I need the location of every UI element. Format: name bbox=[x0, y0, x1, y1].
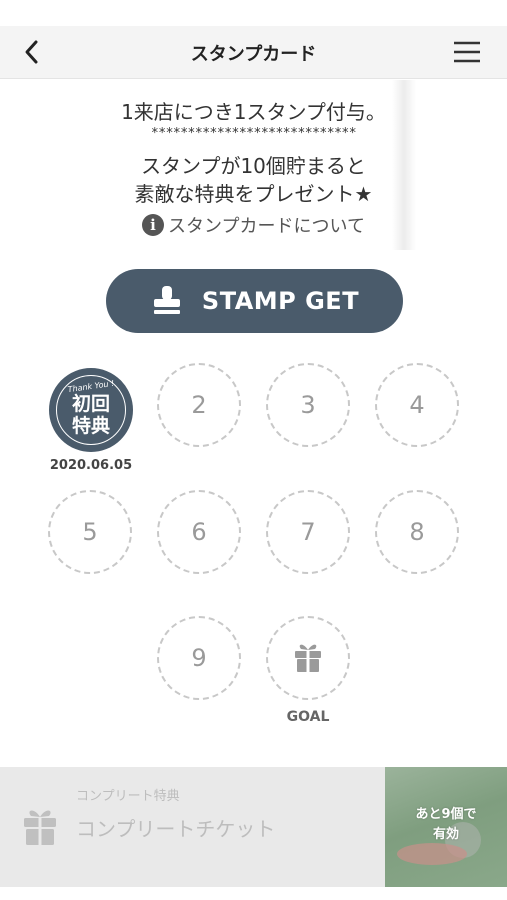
stamp-badge-line-1: 初回 bbox=[71, 393, 110, 415]
top-gap bbox=[0, 0, 507, 26]
remaining-line-1: あと9個で bbox=[415, 807, 477, 822]
complete-sub-label: コンプリート特典 bbox=[76, 789, 180, 804]
gift-icon bbox=[295, 644, 321, 672]
stamp-slot-8: 8 bbox=[375, 490, 459, 574]
remaining-line-2: 有効 bbox=[432, 827, 459, 842]
bottom-edge bbox=[0, 887, 507, 900]
info-line-3: 素敵な特典をプレゼント★ bbox=[134, 182, 373, 206]
stamp-slot-5: 5 bbox=[48, 490, 132, 574]
remaining-text: あと9個で 有効 bbox=[385, 805, 507, 845]
complete-title: コンプリートチケット bbox=[76, 817, 276, 841]
info-icon: i bbox=[142, 214, 165, 236]
stamp-slot-1-stamped: Thank You ! 初回 特典 bbox=[49, 368, 133, 452]
stamp-slot-7: 7 bbox=[266, 490, 350, 574]
background-decoration bbox=[397, 843, 467, 865]
complete-remaining-badge: あと9個で 有効 bbox=[385, 767, 507, 887]
stamp-slot-4: 4 bbox=[375, 363, 459, 447]
stamp-icon bbox=[153, 286, 180, 314]
info-line-2: スタンプが10個貯まると bbox=[141, 154, 366, 178]
info-line-1: 1来店につき1スタンプ付与。 bbox=[121, 100, 386, 124]
stamp-get-label: STAMP GET bbox=[201, 287, 360, 315]
side-fade bbox=[392, 80, 416, 250]
stamp-slot-9: 9 bbox=[157, 616, 241, 700]
stamp-badge-ring: Thank You ! 初回 特典 bbox=[56, 375, 126, 445]
app-header: スタンプカード bbox=[0, 26, 507, 79]
goal-label: GOAL bbox=[286, 709, 330, 725]
about-stamp-card-link[interactable]: i スタンプカードについて bbox=[0, 212, 507, 238]
stamp-slot-2: 2 bbox=[157, 363, 241, 447]
hamburger-menu-icon[interactable] bbox=[452, 38, 482, 66]
stamp-slot-3: 3 bbox=[266, 363, 350, 447]
stamp-badge-line-2: 特典 bbox=[71, 415, 110, 437]
about-link-label: スタンプカードについて bbox=[168, 216, 365, 237]
stamp-slot-6: 6 bbox=[157, 490, 241, 574]
stamp-get-button[interactable]: STAMP GET bbox=[106, 269, 403, 333]
stamp-slot-goal bbox=[266, 616, 350, 700]
info-divider: **************************** bbox=[150, 126, 357, 141]
stamp-date: 2020.06.05 bbox=[49, 458, 133, 473]
page-title: スタンプカード bbox=[190, 44, 317, 65]
complete-ticket[interactable]: コンプリート特典 コンプリートチケット bbox=[0, 767, 385, 887]
gift-icon bbox=[24, 810, 56, 845]
